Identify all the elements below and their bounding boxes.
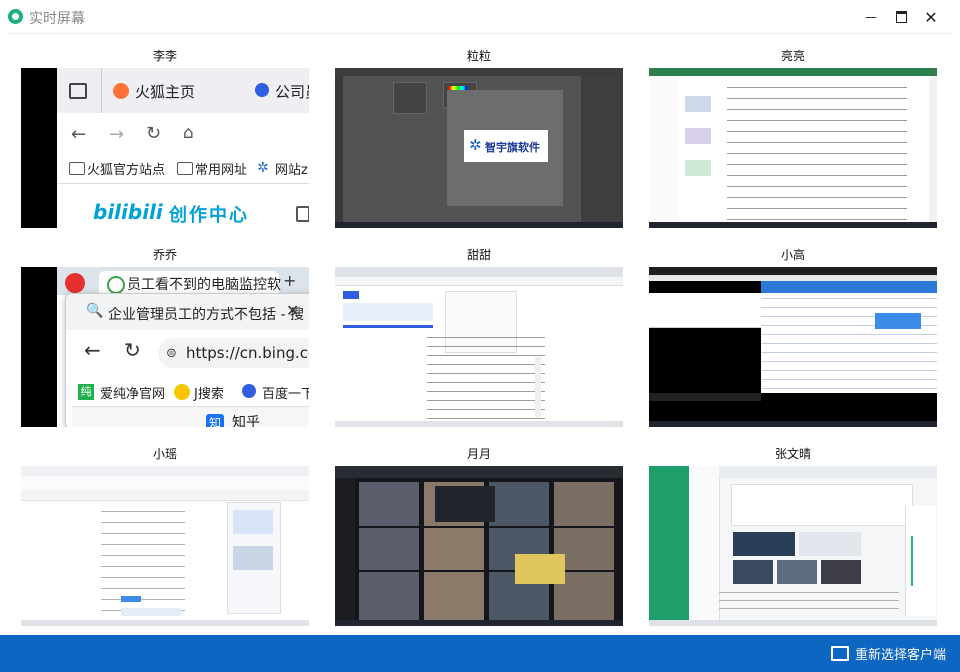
screen-grid: 李李 火狐主页 公司员 ← → ↻ ⌂ 火狐官方站点 常用网址 ✲ 网站z bi… — [8, 33, 952, 636]
client-name: 乔乔 — [152, 248, 177, 262]
bookmark-icon: 纯 — [78, 384, 94, 400]
bookmark-item[interactable]: 网站z — [275, 159, 308, 178]
bookmark-icon — [174, 384, 190, 400]
folder-icon — [69, 162, 85, 175]
client-name: 月月 — [466, 447, 491, 461]
bilibili-logo: bilibili — [93, 200, 163, 224]
reselect-client-button[interactable]: 重新选择客户端 — [830, 644, 946, 663]
monitor-icon — [830, 646, 849, 661]
client-name: 小高 — [780, 248, 805, 262]
client-name: 甜甜 — [466, 248, 491, 262]
mascot-icon: ✲ — [469, 136, 482, 154]
forward-icon[interactable]: → — [109, 124, 124, 145]
client-cell[interactable]: 乔乔 员工看不到的电脑监控软 + 🔍 企业管理员工的方式不包括 - 搜 ✕ ← … — [21, 244, 309, 427]
maximize-icon — [895, 11, 907, 23]
address-bar[interactable]: https://cn.bing.co — [186, 344, 309, 362]
zhihu-icon: 知 — [206, 414, 224, 427]
back-icon[interactable]: ← — [84, 338, 101, 362]
reselect-client-label: 重新选择客户端 — [854, 648, 946, 663]
tab-label[interactable]: 企业管理员工的方式不包括 - 搜 — [108, 304, 304, 324]
banner-title: 创作中心 — [169, 205, 249, 226]
client-cell[interactable]: 甜甜 — [335, 244, 623, 427]
reload-icon[interactable]: ↻ — [124, 338, 141, 362]
client-cell[interactable]: 李李 火狐主页 公司员 ← → ↻ ⌂ 火狐官方站点 常用网址 ✲ 网站z bi… — [21, 45, 309, 228]
minimize-button[interactable]: — — [858, 6, 884, 28]
tab-label[interactable]: 火狐主页 — [135, 81, 195, 102]
tab-list-icon[interactable] — [69, 83, 87, 99]
screen-thumbnail[interactable]: 火狐主页 公司员 ← → ↻ ⌂ 火狐官方站点 常用网址 ✲ 网站z bilib… — [21, 68, 309, 228]
client-name: 粒粒 — [466, 49, 491, 63]
canvas-logo-text: 智宇旗软件 — [485, 141, 540, 154]
window-title: 实时屏幕 — [29, 11, 85, 27]
screen-thumbnail[interactable] — [335, 267, 623, 427]
baidu-icon — [255, 83, 269, 97]
client-cell[interactable]: 月月 — [335, 443, 623, 626]
client-cell[interactable]: 张文晴 — [649, 443, 937, 626]
close-tab-icon[interactable]: ✕ — [286, 301, 299, 320]
tab-label[interactable]: 公司员 — [275, 81, 309, 102]
back-icon[interactable]: ← — [71, 124, 86, 145]
client-name: 李李 — [152, 49, 177, 63]
screen-thumbnail[interactable] — [21, 466, 309, 626]
star-icon: ✲ — [257, 160, 269, 176]
bookmark-item[interactable]: 爱纯净官网 — [100, 383, 165, 402]
tab-label[interactable]: 员工看不到的电脑监控软 — [127, 274, 281, 294]
client-name: 张文晴 — [774, 447, 811, 461]
bookmark-item[interactable]: 常用网址 — [195, 159, 247, 178]
device-icon — [296, 206, 309, 222]
bookmark-item[interactable]: 火狐官方站点 — [87, 159, 165, 178]
firefox-icon — [113, 83, 129, 99]
maximize-button[interactable] — [888, 6, 914, 28]
screen-thumbnail[interactable] — [649, 68, 937, 228]
folder-icon — [177, 162, 193, 175]
client-cell[interactable]: 小高 — [649, 244, 937, 427]
screen-thumbnail[interactable] — [649, 466, 937, 626]
screen-thumbnail[interactable] — [335, 466, 623, 626]
opera-icon — [65, 273, 85, 293]
client-name: 亮亮 — [780, 49, 805, 63]
screen-thumbnail[interactable]: ✲ 智宇旗软件 — [335, 68, 623, 228]
close-button[interactable]: ✕ — [918, 6, 944, 28]
site-icon — [107, 276, 125, 294]
screen-thumbnail[interactable] — [649, 267, 937, 427]
client-cell[interactable]: 粒粒 ✲ 智宇旗软件 — [335, 45, 623, 228]
app-logo-icon — [8, 9, 23, 24]
bookmark-item[interactable]: 百度一下 — [262, 383, 309, 402]
reload-icon[interactable]: ↻ — [146, 123, 161, 144]
search-icon: 🔍 — [86, 303, 104, 319]
card-title[interactable]: 知乎 — [232, 412, 260, 427]
client-name: 小瑶 — [152, 447, 177, 461]
bookmark-item[interactable]: J搜索 — [194, 383, 224, 402]
site-info-icon[interactable]: ⊜ — [166, 346, 177, 361]
client-cell[interactable]: 亮亮 — [649, 45, 937, 228]
title-bar: 实时屏幕 — ✕ — [0, 0, 960, 33]
footer-bar: 重新选择客户端 — [0, 635, 960, 672]
baidu-icon — [242, 384, 256, 398]
screen-thumbnail[interactable]: 员工看不到的电脑监控软 + 🔍 企业管理员工的方式不包括 - 搜 ✕ ← ↻ ⊜… — [21, 267, 309, 427]
new-tab-icon[interactable]: + — [283, 271, 296, 290]
home-icon[interactable]: ⌂ — [183, 123, 194, 143]
client-cell[interactable]: 小瑶 — [21, 443, 309, 626]
